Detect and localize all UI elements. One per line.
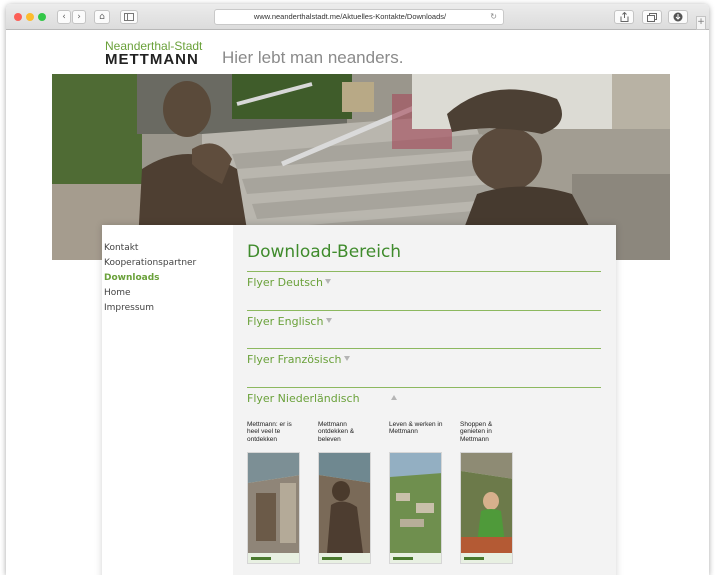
accordion-label: Flyer Englisch (247, 315, 324, 328)
flyer-item: Mettmann ontdekken & beleven (318, 421, 374, 564)
tabs-icon (647, 13, 657, 22)
sidebar-item-kooperationspartner[interactable]: Kooperationspartner (104, 256, 196, 271)
sidebar-item-kontakt[interactable]: Kontakt (104, 241, 196, 256)
close-window-button[interactable] (14, 13, 22, 21)
sidebar-item-impressum[interactable]: Impressum (104, 301, 196, 316)
sidebar-item-home[interactable]: Home (104, 286, 196, 301)
main-content: Download-Bereich Flyer Deutsch Flyer Eng… (233, 225, 616, 575)
browser-toolbar: ‹ › ⌂ www.neanderthalstadt.me/Aktuelles-… (6, 4, 709, 30)
download-icon (673, 12, 683, 22)
flyer-item: Leven & werken in Mettmann (389, 421, 445, 564)
flyer-cover-image (319, 453, 370, 563)
accordion-flyer-englisch[interactable]: Flyer Englisch (247, 310, 601, 348)
site-logo[interactable]: METTMANN (105, 52, 199, 67)
sidebar-nav: Kontakt Kooperationspartner Downloads Ho… (104, 241, 196, 316)
flyer-title: Leven & werken in Mettmann (389, 421, 443, 436)
new-tab-button[interactable]: + (696, 16, 706, 30)
address-bar[interactable]: www.neanderthalstadt.me/Aktuelles-Kontak… (214, 9, 504, 25)
expand-arrow-icon (344, 356, 350, 361)
flyer-cover-image (248, 453, 299, 563)
sidebar-toggle-button[interactable] (120, 10, 138, 24)
collapse-arrow-icon (391, 395, 397, 400)
expand-arrow-icon (325, 279, 331, 284)
accordion-label: Flyer Deutsch (247, 276, 323, 289)
zoom-window-button[interactable] (38, 13, 46, 21)
tabs-button[interactable] (642, 10, 662, 24)
flyer-title: Shoppen & genieten in Mettmann (460, 421, 493, 443)
downloads-button[interactable] (668, 10, 688, 24)
page-title: Download-Bereich (247, 242, 402, 262)
forward-button[interactable]: › (72, 10, 86, 24)
flyer-thumbnail[interactable] (389, 452, 442, 564)
accordion-label: Flyer Niederländisch (247, 392, 360, 405)
flyer-thumbnail[interactable] (460, 452, 513, 564)
sidebar-item-downloads[interactable]: Downloads (104, 271, 196, 286)
accordion-flyer-niederlaendisch[interactable]: Flyer Niederländisch (247, 387, 601, 425)
accordion-label: Flyer Französisch (247, 353, 342, 366)
sidebar-icon (124, 13, 134, 21)
share-button[interactable] (614, 10, 634, 24)
accordion-flyer-deutsch[interactable]: Flyer Deutsch (247, 271, 601, 309)
home-button[interactable]: ⌂ (94, 10, 110, 24)
back-button[interactable]: ‹ (57, 10, 71, 24)
browser-window: ‹ › ⌂ www.neanderthalstadt.me/Aktuelles-… (6, 4, 709, 575)
flyer-thumbnail[interactable] (247, 452, 300, 564)
flyer-item: Shoppen & genieten in Mettmann (460, 421, 516, 564)
share-icon (620, 11, 628, 22)
flyer-cover-image (390, 453, 441, 563)
accordion-flyer-franzoesisch[interactable]: Flyer Französisch (247, 348, 601, 386)
reload-icon[interactable]: ↻ (490, 10, 497, 24)
expand-arrow-icon (326, 318, 332, 323)
web-page: Neanderthal-Stadt METTMANN Hier lebt man… (6, 31, 709, 575)
flyer-title: Mettmann ontdekken & beleven (318, 421, 355, 443)
flyer-thumbnail[interactable] (318, 452, 371, 564)
address-url: www.neanderthalstadt.me/Aktuelles-Kontak… (253, 12, 447, 21)
minimize-window-button[interactable] (26, 13, 34, 21)
flyer-item: Mettmann: er is heel veel te ontdekken (247, 421, 303, 564)
site-tagline: Hier lebt man neanders. (222, 48, 404, 67)
flyer-title: Mettmann: er is heel veel te ontdekken (247, 421, 292, 443)
flyer-cover-image (461, 453, 512, 563)
